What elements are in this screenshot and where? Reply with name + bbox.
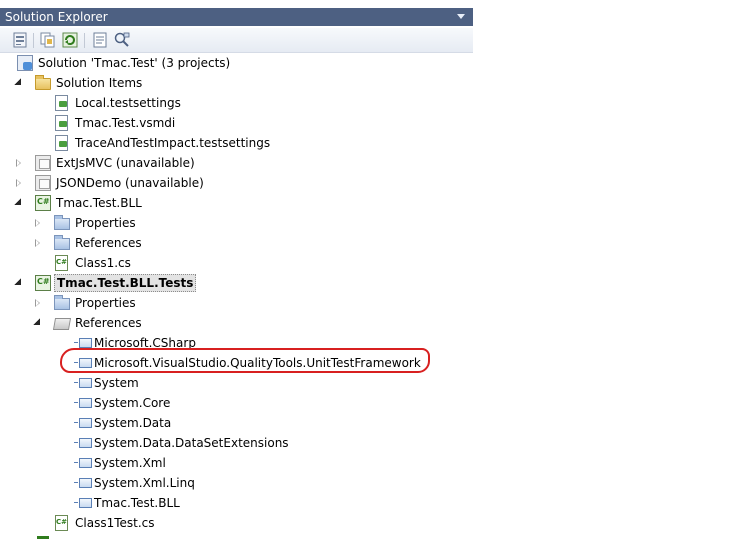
assembly-reference-icon (74, 475, 92, 491)
tree-item-label: Tmac.Test.BLL (94, 496, 180, 510)
tree-item-label: ExtJsMVC (unavailable) (56, 156, 195, 170)
tree-item-bll-properties[interactable]: Properties (0, 213, 470, 233)
properties-folder-icon (54, 215, 70, 230)
tree-item-jsondemo[interactable]: JSONDemo (unavailable) (0, 173, 470, 193)
tree-item-label: References (75, 316, 142, 330)
tree-item-reference[interactable]: Microsoft.CSharp (0, 333, 470, 353)
assembly-reference-icon (74, 355, 92, 371)
assembly-reference-icon (74, 495, 92, 511)
tree-item-label: System.Xml.Linq (94, 476, 195, 490)
tree-item-label: Local.testsettings (75, 96, 181, 110)
unavailable-project-icon (35, 155, 51, 171)
tree-item-label: TraceAndTestImpact.testsettings (75, 136, 271, 150)
tree-item-reference[interactable]: System.Core (0, 393, 470, 413)
collapsed-arrow-icon[interactable] (16, 159, 21, 167)
folder-icon (35, 75, 51, 90)
view-class-diagram-icon[interactable] (113, 31, 131, 49)
collapsed-arrow-icon[interactable] (35, 219, 40, 227)
references-folder-icon (54, 235, 70, 250)
partial-item-icon (37, 536, 49, 539)
tree-item-extjsmvc[interactable]: ExtJsMVC (unavailable) (0, 153, 470, 173)
tree-item-trace-testsettings[interactable]: TraceAndTestImpact.testsettings (0, 133, 470, 153)
tree-item-tests-properties[interactable]: Properties (0, 293, 470, 313)
properties-icon[interactable] (11, 31, 29, 49)
tree-item-label: Tmac.Test.BLL.Tests (54, 274, 197, 292)
toolbar (0, 28, 473, 53)
csharp-project-icon (35, 275, 51, 291)
tree-item-reference[interactable]: System.Xml (0, 453, 470, 473)
assembly-reference-icon (74, 415, 92, 431)
tree-item-label: System.Xml (94, 456, 166, 470)
solution-tree: Solution 'Tmac.Test' (3 projects) Soluti… (0, 53, 473, 547)
tree-item-reference[interactable]: System.Xml.Linq (0, 473, 470, 493)
csharp-project-icon (35, 195, 51, 211)
tree-item-tests-references[interactable]: References (0, 313, 470, 333)
tree-item-label: Class1.cs (75, 256, 131, 270)
tree-item-label: System.Core (94, 396, 171, 410)
expanded-arrow-icon[interactable] (14, 198, 21, 205)
tree-item-label: System (94, 376, 139, 390)
collapsed-arrow-icon[interactable] (35, 239, 40, 247)
tree-item-label: Properties (75, 216, 136, 230)
vsmdi-file-icon (55, 115, 68, 131)
testsettings-file-icon (55, 135, 68, 151)
show-all-files-icon[interactable] (39, 31, 57, 49)
tree-item-reference[interactable]: Microsoft.VisualStudio.QualityTools.Unit… (0, 353, 470, 373)
collapsed-arrow-icon[interactable] (16, 179, 21, 187)
tree-item-local-testsettings[interactable]: Local.testsettings (0, 93, 470, 113)
assembly-reference-icon (74, 335, 92, 351)
tree-item-label: System.Data.DataSetExtensions (94, 436, 289, 450)
window-title-bar[interactable]: Solution Explorer (0, 8, 473, 26)
view-code-icon[interactable] (91, 31, 109, 49)
expanded-arrow-icon[interactable] (14, 78, 21, 85)
tree-item-solution[interactable]: Solution 'Tmac.Test' (3 projects) (0, 53, 470, 73)
window-title: Solution Explorer (5, 10, 108, 24)
tree-item-label: Solution 'Tmac.Test' (3 projects) (38, 56, 231, 70)
solution-icon (17, 55, 33, 71)
assembly-reference-icon (74, 455, 92, 471)
solution-explorer-panel: Solution Explorer Solution 'Tmac.Test' (… (0, 0, 473, 547)
unavailable-project-icon (35, 175, 51, 191)
tree-item-bll-project[interactable]: Tmac.Test.BLL (0, 193, 470, 213)
tree-item-label: Properties (75, 296, 136, 310)
csharp-file-icon (55, 255, 68, 271)
expanded-arrow-icon[interactable] (33, 318, 40, 325)
toolbar-separator (33, 33, 34, 48)
tree-item-bll-tests-project[interactable]: Tmac.Test.BLL.Tests (0, 273, 470, 293)
tree-item-reference[interactable]: System.Data (0, 413, 470, 433)
tree-item-class1[interactable]: Class1.cs (0, 253, 470, 273)
properties-folder-icon (54, 295, 70, 310)
tree-item-solution-items[interactable]: Solution Items (0, 73, 470, 93)
tree-item-label: System.Data (94, 416, 172, 430)
csharp-file-icon (55, 515, 68, 531)
dropdown-arrow-icon[interactable] (457, 14, 465, 19)
tree-item-label: References (75, 236, 142, 250)
toolbar-separator (84, 33, 85, 48)
tree-item-reference[interactable]: Tmac.Test.BLL (0, 493, 470, 513)
tree-item-reference[interactable]: System.Data.DataSetExtensions (0, 433, 470, 453)
tree-item-label: Tmac.Test.BLL (56, 196, 142, 210)
assembly-reference-icon (74, 435, 92, 451)
testsettings-file-icon (55, 95, 68, 111)
tree-item-class1test[interactable]: Class1Test.cs (0, 513, 470, 533)
tree-item-bll-references[interactable]: References (0, 233, 470, 253)
tree-item-label: Tmac.Test.vsmdi (75, 116, 176, 130)
tree-item-label: Class1Test.cs (75, 516, 155, 530)
refresh-icon[interactable] (61, 31, 79, 49)
collapsed-arrow-icon[interactable] (35, 299, 40, 307)
assembly-reference-icon (74, 375, 92, 391)
assembly-reference-icon (74, 395, 92, 411)
expanded-arrow-icon[interactable] (14, 278, 21, 285)
tree-item-vsmdi[interactable]: Tmac.Test.vsmdi (0, 113, 470, 133)
tree-item-partial[interactable] (0, 533, 470, 547)
tree-item-label: JSONDemo (unavailable) (56, 176, 204, 190)
open-references-folder-icon (52, 318, 72, 330)
tree-item-label: Microsoft.VisualStudio.QualityTools.Unit… (94, 356, 421, 370)
tree-item-reference[interactable]: System (0, 373, 470, 393)
tree-item-label: Microsoft.CSharp (94, 336, 196, 350)
tree-item-label: Solution Items (56, 76, 143, 90)
